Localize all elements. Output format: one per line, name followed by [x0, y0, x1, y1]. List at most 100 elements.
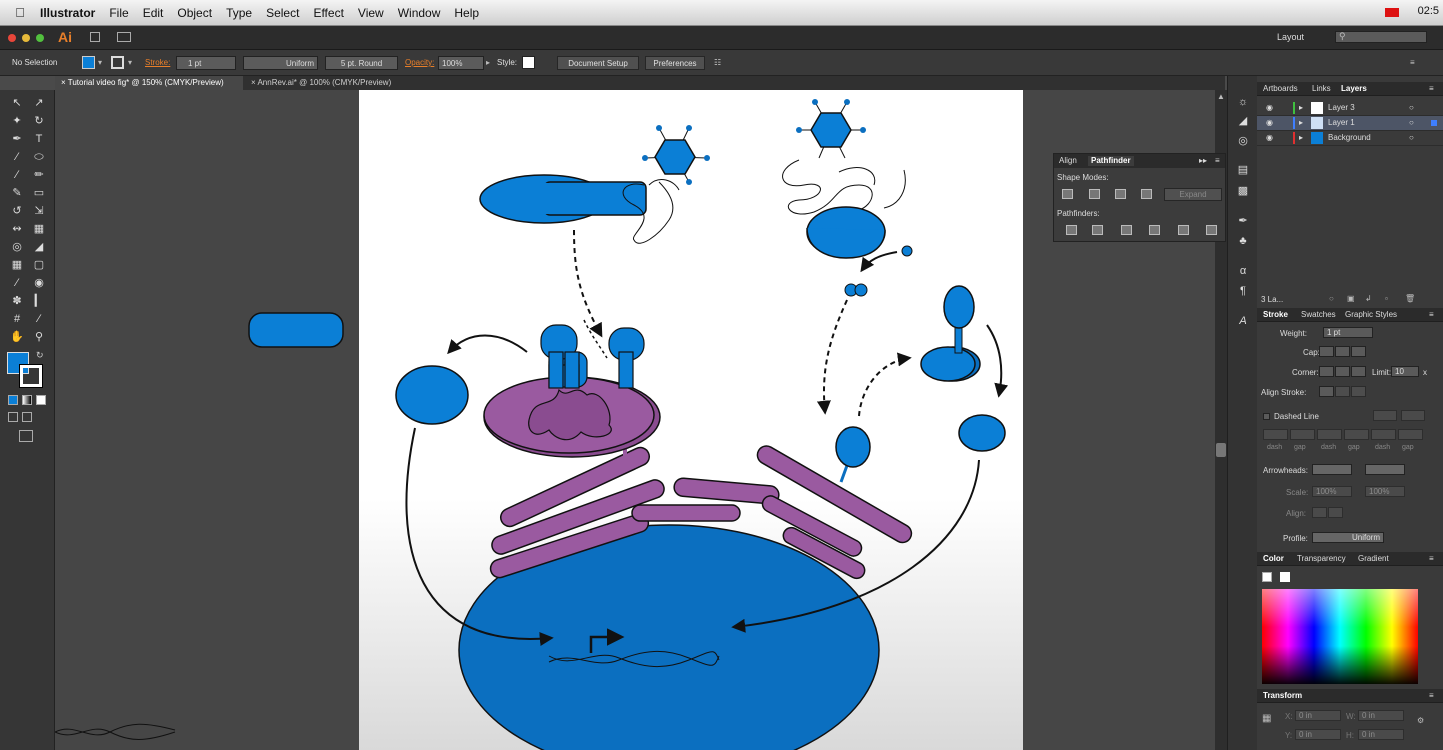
dashed-arrow-right-up[interactable] — [858, 352, 912, 417]
round-cap-button[interactable] — [1335, 346, 1350, 357]
target-icon[interactable]: ○ — [1409, 133, 1414, 142]
divide-icon[interactable] — [1066, 225, 1077, 235]
layer-name[interactable]: Layer 1 — [1328, 118, 1355, 127]
pen-tool-icon[interactable]: ✒ — [9, 132, 25, 146]
gap-field[interactable] — [1290, 429, 1315, 440]
tab-links[interactable]: Links — [1312, 84, 1331, 94]
menu-file[interactable]: File — [109, 6, 128, 20]
exclude-icon[interactable] — [1141, 189, 1152, 199]
panel-menu-icon[interactable]: ≡ — [1215, 156, 1220, 166]
ellipse-tool-icon[interactable]: ⬭ — [31, 150, 47, 164]
dashed-arrow-right-down[interactable] — [816, 299, 848, 415]
workspace-switcher[interactable]: Layout — [1277, 32, 1304, 42]
tab-tutorial-video-fig[interactable]: × Tutorial video fig* @ 150% (CMYK/Previ… — [55, 76, 243, 90]
swap-colors-icon[interactable]: ↻ — [36, 350, 44, 361]
constrain-proportions-icon[interactable]: ⚙ — [1417, 716, 1424, 725]
arrow-tip-place-button[interactable] — [1328, 507, 1343, 518]
paintbrush-tool-icon[interactable]: ∕ — [9, 168, 25, 182]
gradient-panel-icon[interactable]: ◢ — [1235, 114, 1251, 128]
minus-back-icon[interactable] — [1206, 225, 1217, 235]
opacity-field[interactable]: 100% — [438, 56, 484, 70]
butt-cap-button[interactable] — [1319, 346, 1334, 357]
tab-artboards[interactable]: Artboards — [1263, 84, 1298, 94]
weight-field[interactable]: 1 pt — [1323, 327, 1373, 338]
panel-menu-icon[interactable]: ≡ — [1429, 84, 1434, 94]
limit-field[interactable]: 10 — [1391, 366, 1419, 377]
make-clipping-mask-icon[interactable]: ▣ — [1347, 294, 1355, 303]
eye-icon[interactable]: ◉ — [1266, 103, 1273, 112]
perspective-grid-tool-icon[interactable]: ◢ — [31, 240, 47, 254]
pathfinder-panel-icon[interactable]: ▩ — [1235, 184, 1251, 198]
none-mode-icon[interactable] — [36, 395, 46, 405]
zoom-tool-icon[interactable]: ⚲ — [31, 330, 47, 344]
search-input[interactable]: ⚲ — [1335, 31, 1427, 43]
line-tool-icon[interactable]: ⁄ — [9, 150, 25, 164]
vesicle-left[interactable] — [395, 365, 469, 425]
receptor-cup[interactable] — [806, 206, 886, 259]
close-window-icon[interactable] — [8, 34, 16, 42]
close-icon[interactable]: × — [251, 78, 256, 87]
menu-object[interactable]: Object — [177, 6, 212, 20]
minus-front-icon[interactable] — [1089, 189, 1100, 199]
layer-row-background[interactable]: ◉ ▸ Background ○ — [1257, 131, 1443, 146]
align-center-button[interactable] — [1319, 386, 1334, 397]
blob-brush-tool-icon[interactable]: ✎ — [9, 186, 25, 200]
gradient-mode-icon[interactable] — [22, 395, 32, 405]
small-ligand-dot[interactable] — [901, 245, 913, 257]
character-panel-icon[interactable]: α — [1235, 264, 1251, 278]
h-field[interactable]: 0 in — [1358, 729, 1404, 740]
hexagon-molecule-center[interactable] — [642, 125, 710, 185]
arrow-tip-extend-button[interactable] — [1312, 507, 1327, 518]
arrow-to-vesicle-left[interactable] — [447, 334, 528, 355]
dash-field[interactable] — [1371, 429, 1396, 440]
bridge-icon[interactable] — [90, 32, 100, 42]
scale-tool-icon[interactable]: ⇲ — [31, 204, 47, 218]
menu-type[interactable]: Type — [226, 6, 252, 20]
target-icon[interactable]: ○ — [1409, 103, 1414, 112]
brush-definition[interactable]: 5 pt. Round — [325, 56, 398, 70]
artboard-tool-icon[interactable]: # — [9, 312, 25, 326]
hexagon-molecule-right[interactable] — [796, 99, 866, 159]
align-options-icon[interactable]: ☷ — [714, 56, 721, 70]
draw-behind-icon[interactable] — [22, 412, 32, 422]
panel-menu-icon[interactable]: ≡ — [1429, 554, 1434, 564]
direct-selection-tool-icon[interactable]: ↗ — [31, 96, 47, 110]
hand-tool-icon[interactable]: ✋ — [9, 330, 25, 344]
chevron-down-icon[interactable]: ▾ — [128, 56, 132, 70]
tab-color[interactable]: Color — [1263, 554, 1284, 564]
selection-tool-icon[interactable]: ↖ — [9, 96, 25, 110]
tab-transparency[interactable]: Transparency — [1297, 554, 1346, 564]
chevron-right-icon[interactable]: ▸ — [486, 56, 490, 70]
paragraph-panel-icon[interactable]: ¶ — [1235, 284, 1251, 298]
stroke-swatch[interactable] — [111, 56, 124, 69]
blend-tool-icon[interactable]: ◉ — [31, 276, 47, 290]
align-outside-button[interactable] — [1351, 386, 1366, 397]
panel-menu-icon[interactable]: ≡ — [1429, 691, 1434, 701]
selection-indicator[interactable] — [1431, 120, 1437, 126]
chevron-down-icon[interactable]: ▾ — [98, 56, 102, 70]
color-spectrum[interactable] — [1262, 589, 1418, 684]
free-transform-tool-icon[interactable]: ▦ — [31, 222, 47, 236]
dashed-arrow-left[interactable] — [573, 229, 603, 338]
tab-pathfinder[interactable]: Pathfinder — [1088, 156, 1134, 166]
document-setup-button[interactable]: Document Setup — [557, 56, 639, 70]
eraser-tool-icon[interactable]: ▭ — [31, 186, 47, 200]
new-sublayer-icon[interactable]: ↲ — [1365, 294, 1372, 303]
locate-object-icon[interactable]: ○ — [1329, 294, 1334, 303]
app-menu[interactable]: Illustrator — [40, 6, 95, 20]
merge-icon[interactable] — [1121, 225, 1132, 235]
stroke-weight-field[interactable]: 1 pt — [176, 56, 236, 70]
end-scale-field[interactable]: 100% — [1365, 486, 1405, 497]
menu-edit[interactable]: Edit — [143, 6, 164, 20]
panel-menu-icon[interactable]: ≡ — [1410, 56, 1415, 70]
profile-select[interactable]: Uniform — [1312, 532, 1384, 543]
round-join-button[interactable] — [1335, 366, 1350, 377]
intersect-icon[interactable] — [1115, 189, 1126, 199]
artboard[interactable] — [359, 90, 1023, 750]
outline-icon[interactable] — [1178, 225, 1189, 235]
tab-stroke[interactable]: Stroke — [1263, 310, 1288, 320]
magic-wand-tool-icon[interactable]: ✦ — [9, 114, 25, 128]
pencil-tool-icon[interactable]: ✏ — [31, 168, 47, 182]
symbol-sprayer-tool-icon[interactable]: ✽ — [9, 294, 25, 308]
pasteboard-rounded-rectangle[interactable] — [248, 312, 344, 348]
